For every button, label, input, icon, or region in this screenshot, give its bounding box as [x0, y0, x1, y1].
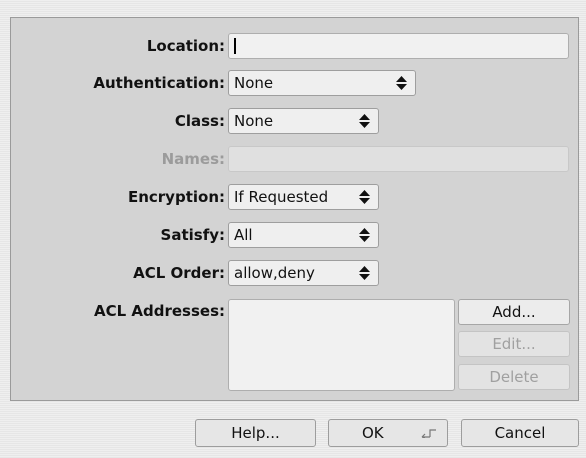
- acl-order-value: allow,deny: [234, 264, 315, 282]
- encryption-value: If Requested: [234, 188, 329, 206]
- help-button[interactable]: Help...: [195, 419, 316, 447]
- acl-addresses-label: ACL Addresses:: [93, 302, 225, 320]
- satisfy-popup[interactable]: All: [228, 222, 379, 248]
- updown-arrows-icon: [359, 266, 370, 280]
- delete-button: Delete: [458, 364, 570, 390]
- names-input: [228, 146, 569, 172]
- ok-button[interactable]: OK: [328, 419, 448, 447]
- updown-arrows-icon: [359, 190, 370, 204]
- updown-arrows-icon: [396, 76, 407, 90]
- acl-addresses-list[interactable]: [228, 299, 455, 391]
- acl-order-label: ACL Order:: [133, 264, 225, 282]
- authentication-value: None: [234, 74, 274, 92]
- authentication-label: Authentication:: [93, 74, 225, 92]
- edit-button: Edit...: [458, 331, 570, 357]
- class-label: Class:: [174, 112, 225, 130]
- add-button[interactable]: Add...: [458, 299, 570, 325]
- updown-arrows-icon: [359, 114, 370, 128]
- satisfy-value: All: [234, 226, 253, 244]
- encryption-label: Encryption:: [127, 188, 225, 206]
- text-cursor: [234, 38, 236, 54]
- updown-arrows-icon: [359, 228, 370, 242]
- encryption-popup[interactable]: If Requested: [228, 184, 379, 210]
- acl-order-popup[interactable]: allow,deny: [228, 260, 379, 286]
- location-input[interactable]: [228, 33, 569, 59]
- return-key-icon: [421, 429, 436, 438]
- satisfy-label: Satisfy:: [160, 226, 225, 244]
- cancel-button[interactable]: Cancel: [461, 419, 579, 447]
- ok-label: OK: [362, 424, 384, 442]
- names-label: Names:: [161, 150, 225, 168]
- location-label: Location:: [146, 37, 225, 55]
- location-settings-panel: Location: Authentication: None Class: No…: [10, 17, 579, 401]
- class-value: None: [234, 112, 274, 130]
- authentication-popup[interactable]: None: [228, 70, 416, 96]
- class-popup[interactable]: None: [228, 108, 379, 134]
